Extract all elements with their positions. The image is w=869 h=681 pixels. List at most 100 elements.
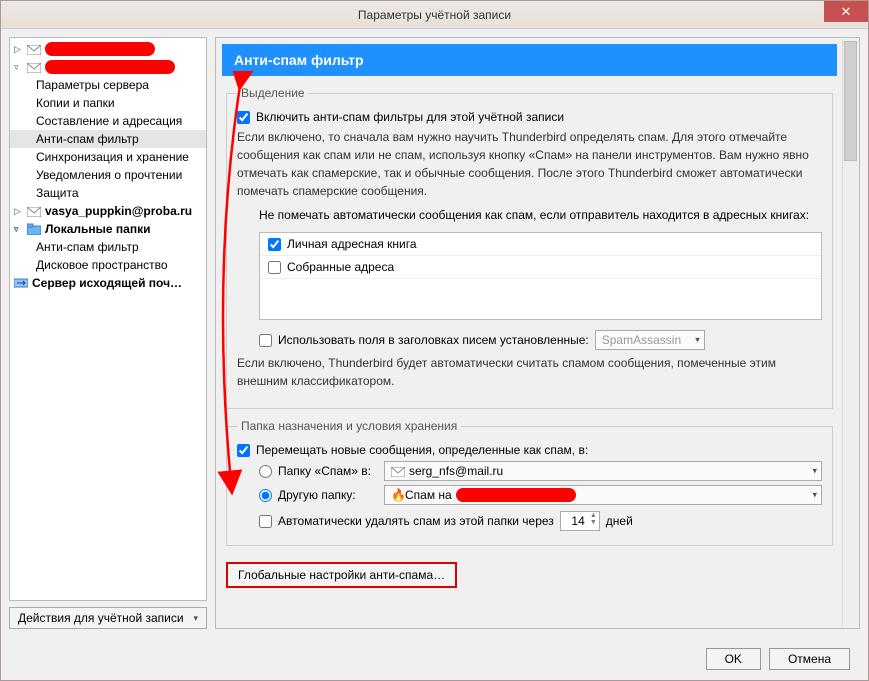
scrollbar-thumb[interactable] [844, 41, 857, 161]
sidebar: ▷ ▿ Параметры сервера [9, 37, 207, 629]
global-junk-settings-label: Глобальные настройки анти-спама… [238, 568, 445, 582]
smtp-item[interactable]: Сервер исходящей поч… [10, 274, 206, 292]
autodelete-days-input[interactable]: 14 ▲▼ [560, 511, 600, 531]
autodelete-label: Автоматически удалять спам из этой папки… [278, 514, 554, 528]
pane-title: Анти-спам фильтр [222, 44, 837, 76]
headers-desc: Если включено, Thunderbird будет автомат… [237, 354, 822, 390]
whitelist-item[interactable]: Личная адресная книга [260, 233, 821, 256]
move-junk-label: Перемещать новые сообщения, определенные… [256, 443, 588, 457]
cancel-button[interactable]: Отмена [769, 648, 850, 670]
whitelist-checkbox-collected[interactable] [268, 261, 281, 274]
sidebar-item-label: Копии и папки [36, 96, 115, 110]
whitelist-item-label: Личная адресная книга [287, 237, 417, 251]
account-tree[interactable]: ▷ ▿ Параметры сервера [9, 37, 207, 601]
other-folder-radio-label: Другую папку: [278, 488, 378, 502]
mail-icon [27, 62, 41, 72]
chevron-down-icon: ▾ [812, 490, 817, 501]
ok-button[interactable]: OK [706, 648, 761, 670]
redacted-folder-name [456, 488, 576, 502]
spam-account-value: serg_nfs@mail.ru [409, 464, 503, 478]
spinner-icon[interactable]: ▲▼ [590, 512, 597, 526]
content-area: ▷ ▿ Параметры сервера [1, 29, 868, 637]
other-folder-radio-row: Другую папку: 🔥 Спам на ▾ [237, 485, 822, 505]
use-headers-label: Использовать поля в заголовках писем уст… [278, 333, 589, 347]
sidebar-item-label: vasya_puppkin@proba.ru [45, 204, 192, 218]
use-headers-checkbox[interactable] [259, 334, 272, 347]
scrollbar[interactable] [842, 39, 858, 627]
account-item-redacted-2[interactable]: ▿ [10, 58, 206, 76]
cancel-button-label: Отмена [788, 652, 831, 666]
mail-icon [27, 206, 41, 216]
titlebar: Параметры учётной записи ✕ [1, 1, 868, 29]
folder-icon [27, 223, 41, 235]
sidebar-item-compose[interactable]: Составление и адресация [10, 112, 206, 130]
spam-folder-radio[interactable] [259, 465, 272, 478]
account-settings-window: Параметры учётной записи ✕ ▷ ▿ [0, 0, 869, 681]
mail-icon [391, 466, 405, 476]
sidebar-item-label: Анти-спам фильтр [36, 240, 139, 254]
window-title: Параметры учётной записи [358, 8, 511, 22]
headers-classifier-select[interactable]: SpamAssassin ▾ [595, 330, 705, 350]
spam-account-select[interactable]: serg_nfs@mail.ru ▾ [384, 461, 822, 481]
sidebar-item-disk[interactable]: Дисковое пространство [10, 256, 206, 274]
sidebar-item-label: Составление и адресация [36, 114, 182, 128]
autodelete-suffix: дней [606, 514, 633, 528]
sidebar-item-security[interactable]: Защита [10, 184, 206, 202]
headers-row: Использовать поля в заголовках писем уст… [237, 330, 822, 350]
global-junk-settings-button[interactable]: Глобальные настройки анти-спама… [226, 562, 457, 588]
redacted-account-label [45, 60, 175, 74]
account-actions-label: Действия для учётной записи [18, 611, 184, 625]
sidebar-item-label: Локальные папки [45, 222, 151, 236]
chevron-down-icon: ▾ [695, 335, 700, 346]
autodelete-days-value: 14 [571, 514, 584, 528]
spam-folder-radio-label: Папку «Спам» в: [278, 464, 378, 478]
account-actions-button[interactable]: Действия для учётной записи ▾ [9, 607, 207, 629]
sidebar-item-sync[interactable]: Синхронизация и хранение [10, 148, 206, 166]
mail-icon [27, 44, 41, 54]
account-item-redacted-1[interactable]: ▷ [10, 40, 206, 58]
redacted-account-label [45, 42, 155, 56]
sidebar-item-copies[interactable]: Копии и папки [10, 94, 206, 112]
whitelist-label: Не помечать автоматически сообщения как … [259, 208, 822, 222]
other-folder-value-prefix: Спам на [405, 488, 452, 502]
sidebar-item-label: Защита [36, 186, 79, 200]
enable-junk-row: Включить анти-спам фильтры для этой учёт… [237, 110, 822, 124]
whitelist-listbox[interactable]: Личная адресная книга Собранные адреса [259, 232, 822, 320]
whitelist-checkbox-personal[interactable] [268, 238, 281, 251]
sidebar-item-server[interactable]: Параметры сервера [10, 76, 206, 94]
sidebar-item-junk[interactable]: Анти-спам фильтр [10, 130, 206, 148]
chevron-down-icon: ▾ [812, 466, 817, 477]
selection-group-legend: Выделение [237, 86, 309, 100]
other-folder-radio[interactable] [259, 489, 272, 502]
close-icon: ✕ [841, 4, 852, 20]
spam-folder-radio-row: Папку «Спам» в: serg_nfs@mail.ru ▾ [237, 461, 822, 481]
selection-group: Выделение Включить анти-спам фильтры для… [226, 86, 833, 409]
sidebar-item-local-junk[interactable]: Анти-спам фильтр [10, 238, 206, 256]
tree-twisty-icon: ▷ [14, 44, 23, 55]
ok-button-label: OK [725, 652, 742, 666]
whitelist-section: Не помечать автоматически сообщения как … [237, 208, 822, 320]
account-item-vasya[interactable]: ▷ vasya_puppkin@proba.ru [10, 202, 206, 220]
move-junk-row: Перемещать новые сообщения, определенные… [237, 443, 822, 457]
destination-group-legend: Папка назначения и условия хранения [237, 419, 461, 433]
enable-junk-checkbox[interactable] [237, 111, 250, 124]
sidebar-item-receipts[interactable]: Уведомления о прочтении [10, 166, 206, 184]
move-junk-checkbox[interactable] [237, 444, 250, 457]
autodelete-checkbox[interactable] [259, 515, 272, 528]
whitelist-item-label: Собранные адреса [287, 260, 394, 274]
sidebar-item-label: Параметры сервера [36, 78, 149, 92]
sidebar-item-label: Дисковое пространство [36, 258, 168, 272]
dialog-footer: OK Отмена [706, 648, 850, 670]
headers-classifier-value: SpamAssassin [602, 333, 681, 347]
other-folder-select[interactable]: 🔥 Спам на ▾ [384, 485, 822, 505]
enable-junk-label: Включить анти-спам фильтры для этой учёт… [256, 110, 564, 124]
smtp-icon [14, 277, 28, 289]
enable-junk-desc: Если включено, то сначала вам нужно науч… [237, 128, 822, 200]
whitelist-item[interactable]: Собранные адреса [260, 256, 821, 279]
tree-twisty-open-icon: ▿ [14, 62, 23, 73]
sidebar-item-label: Сервер исходящей поч… [32, 276, 182, 290]
junk-icon: 🔥 [391, 488, 405, 502]
destination-group: Папка назначения и условия хранения Пере… [226, 419, 833, 546]
close-button[interactable]: ✕ [824, 1, 868, 22]
local-folders-item[interactable]: ▿ Локальные папки [10, 220, 206, 238]
